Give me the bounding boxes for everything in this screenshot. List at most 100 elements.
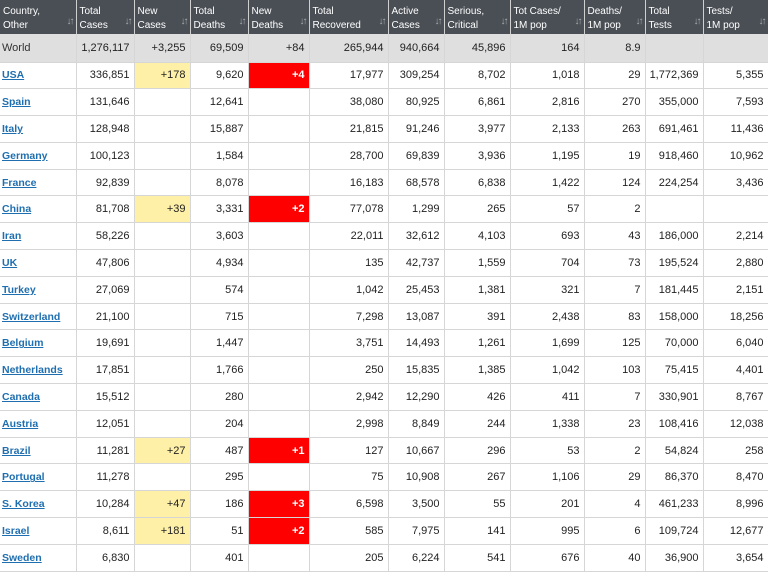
- column-header-total-tests[interactable]: Total Tests ↓↑: [645, 0, 704, 34]
- cell-country: World: [0, 34, 77, 63]
- cell-total-recovered: 17,977: [309, 62, 389, 90]
- column-header-tot-cases-per-1m[interactable]: Tot Cases/1M pop ↓↑: [510, 0, 585, 34]
- sort-arrows-icon[interactable]: ↓↑: [67, 15, 75, 29]
- cell-country: Switzerland: [0, 303, 77, 331]
- cell-total-deaths: 186: [190, 490, 249, 519]
- cell-serious-critical: 55: [444, 490, 511, 519]
- country-link[interactable]: UK: [2, 257, 17, 269]
- cell-total-deaths: 295: [190, 463, 249, 492]
- sort-arrows-icon[interactable]: ↓↑: [501, 15, 509, 29]
- cell-total-tests: 70,000: [645, 329, 704, 358]
- cell-active-cases: 13,087: [388, 303, 445, 331]
- cell-deaths-per-1m: 263: [584, 115, 646, 143]
- sort-arrows-icon[interactable]: ↓↑: [759, 15, 767, 29]
- country-link[interactable]: Brazil: [2, 445, 31, 457]
- cell-country: Canada: [0, 383, 77, 411]
- cell-tests-per-1m: 8,996: [703, 490, 768, 519]
- cell-tests-per-1m: 2,151: [703, 276, 768, 304]
- country-link[interactable]: Italy: [2, 123, 23, 135]
- sort-arrows-icon[interactable]: ↓↑: [239, 15, 247, 29]
- country-link[interactable]: Israel: [2, 525, 29, 537]
- column-header-deaths-per-1m[interactable]: Deaths/1M pop ↓↑: [584, 0, 646, 34]
- country-link[interactable]: Spain: [2, 96, 31, 108]
- country-link[interactable]: Turkey: [2, 284, 36, 296]
- cell-tot-cases-per-1m: 676: [510, 544, 585, 572]
- cell-total-deaths: 401: [190, 544, 249, 572]
- cell-country: Sweden: [0, 544, 77, 572]
- column-header-line1: Tot Cases/: [513, 6, 561, 17]
- country-link[interactable]: S. Korea: [2, 498, 45, 510]
- cell-active-cases: 12,290: [388, 383, 445, 411]
- sort-arrows-icon[interactable]: ↓↑: [379, 15, 387, 29]
- cell-new-cases: +47: [134, 490, 191, 519]
- column-header-serious-critical[interactable]: Serious, Critical ↓↑: [444, 0, 511, 34]
- country-link[interactable]: Austria: [2, 418, 38, 430]
- column-header-country[interactable]: Country, Other ↓↑: [0, 0, 77, 34]
- sort-arrows-icon[interactable]: ↓↑: [694, 15, 702, 29]
- cell-new-cases: +178: [134, 62, 191, 90]
- column-header-tests-per-1m[interactable]: Tests/1M pop ↓↑: [703, 0, 768, 34]
- cell-tests-per-1m: 3,654: [703, 544, 768, 572]
- country-link[interactable]: Belgium: [2, 337, 43, 349]
- column-header-line2: Cases: [391, 20, 420, 31]
- cell-tot-cases-per-1m: 1,338: [510, 410, 585, 438]
- cell-total-cases: 11,278: [76, 463, 135, 492]
- country-link[interactable]: Netherlands: [2, 364, 63, 376]
- cell-total-cases: 128,948: [76, 115, 135, 143]
- cell-country: S. Korea: [0, 490, 77, 519]
- cell-deaths-per-1m: 2: [584, 437, 646, 465]
- cell-total-tests: 355,000: [645, 88, 704, 117]
- cell-new-deaths: +2: [248, 517, 310, 545]
- sort-arrows-icon[interactable]: ↓↑: [125, 15, 133, 29]
- cell-deaths-per-1m: 270: [584, 88, 646, 117]
- column-header-line1: Total: [193, 6, 215, 17]
- column-header-new-cases[interactable]: New Cases ↓↑: [134, 0, 191, 34]
- cell-tests-per-1m: 12,038: [703, 410, 768, 438]
- table-row: Belgium 19,691 1,447 3,751 14,493 1,261 1,699 1…: [0, 329, 768, 358]
- column-header-total-deaths[interactable]: Total Deaths ↓↑: [190, 0, 249, 34]
- cell-total-cases: 81,708: [76, 195, 135, 224]
- country-link[interactable]: Iran: [2, 230, 21, 242]
- country-link[interactable]: Germany: [2, 150, 48, 162]
- country-link[interactable]: France: [2, 177, 36, 189]
- sort-arrows-icon[interactable]: ↓↑: [300, 15, 308, 29]
- cell-tot-cases-per-1m: 2,816: [510, 88, 585, 117]
- sort-arrows-icon[interactable]: ↓↑: [181, 15, 189, 29]
- cell-tot-cases-per-1m: 53: [510, 437, 585, 465]
- sort-arrows-icon[interactable]: ↓↑: [435, 15, 443, 29]
- sort-arrows-icon[interactable]: ↓↑: [575, 15, 583, 29]
- sort-arrows-icon[interactable]: ↓↑: [636, 15, 644, 29]
- cell-total-tests: 109,724: [645, 517, 704, 545]
- column-header-total-cases[interactable]: Total Cases ↓↑: [76, 0, 135, 34]
- column-header-total-recovered[interactable]: Total Recovered ↓↑: [309, 0, 389, 34]
- cell-tot-cases-per-1m: 704: [510, 249, 585, 277]
- country-link[interactable]: Switzerland: [2, 311, 60, 323]
- table-row: China 81,708 +39 3,331 +2 77,078 1,299 265 57 2: [0, 195, 768, 224]
- cell-total-cases: 21,100: [76, 303, 135, 331]
- cell-total-deaths: 574: [190, 276, 249, 304]
- cell-total-recovered: 585: [309, 517, 389, 545]
- country-link[interactable]: China: [2, 203, 31, 215]
- cell-new-deaths: +3: [248, 490, 310, 519]
- cell-total-deaths: 15,887: [190, 115, 249, 143]
- table-row: France 92,839 8,078 16,183 68,578 6,838 1,422 1…: [0, 169, 768, 197]
- country-link[interactable]: Portugal: [2, 471, 45, 483]
- country-link[interactable]: USA: [2, 69, 24, 81]
- world-row: World 1,276,117 +3,255 69,509 +84 265,944 940,…: [0, 34, 768, 63]
- cell-new-deaths: +4: [248, 62, 310, 90]
- column-header-line1: Serious,: [447, 6, 485, 17]
- country-link[interactable]: Sweden: [2, 552, 42, 564]
- column-header-new-deaths[interactable]: New Deaths ↓↑: [248, 0, 310, 34]
- column-header-active-cases[interactable]: Active Cases ↓↑: [388, 0, 445, 34]
- cell-serious-critical: 1,381: [444, 276, 511, 304]
- cell-deaths-per-1m: 29: [584, 62, 646, 90]
- cell-deaths-per-1m: 2: [584, 195, 646, 224]
- cell-total-deaths: 1,766: [190, 356, 249, 385]
- column-header-line1: Active: [391, 6, 419, 17]
- cell-new-cases: +27: [134, 437, 191, 465]
- cell-new-cases: [134, 115, 191, 143]
- cell-total-tests: 36,900: [645, 544, 704, 572]
- cell-country: Brazil: [0, 437, 77, 465]
- country-link[interactable]: Canada: [2, 391, 40, 403]
- cell-serious-critical: 391: [444, 303, 511, 331]
